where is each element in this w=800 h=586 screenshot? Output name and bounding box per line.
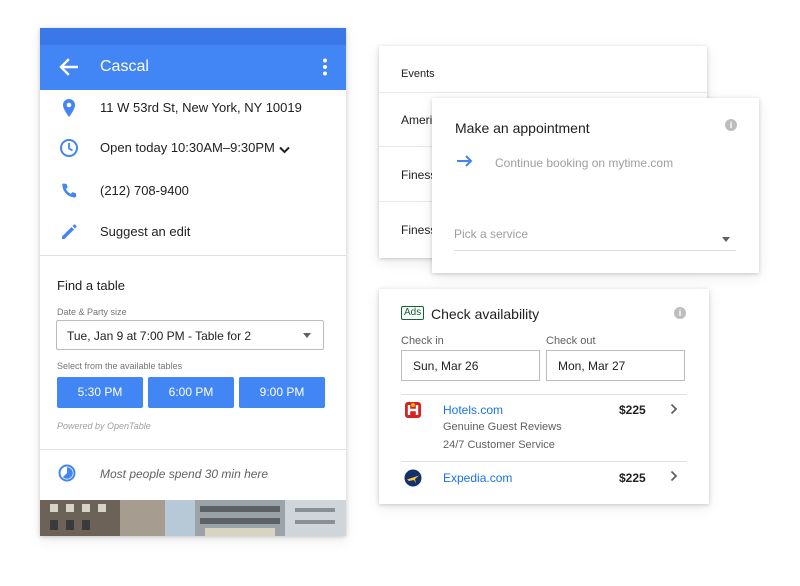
app-bar: Cascal [40,28,346,90]
event-row[interactable]: Ameri [401,113,432,127]
offer-detail: 24/7 Customer Service [443,439,555,451]
phone-row[interactable]: (212) 708-9400 [40,173,346,209]
hours-row[interactable]: Open today 10:30AM–9:30PM [40,130,346,166]
offer-name-link[interactable]: Expedia.com [443,471,512,485]
status-bar [40,28,346,45]
expedia-logo-icon [404,469,422,487]
check-in-field[interactable]: Sun, Mar 26 [401,350,540,381]
offer-detail: Genuine Guest Reviews [443,421,562,433]
appointment-title: Make an appointment [455,120,590,136]
hours-text: Open today 10:30AM–9:30PM [100,140,275,155]
divider [401,461,687,462]
powered-by-text: Powered by OpenTable [57,421,151,431]
time-slot-button[interactable]: 9:00 PM [239,377,325,408]
chevron-down-icon[interactable] [279,146,290,154]
party-size-label: Date & Party size [57,307,127,317]
time-slot-button[interactable]: 6:00 PM [148,377,234,408]
offer-price: $225 [619,403,646,417]
hotels-logo-icon [405,402,421,418]
location-pin-icon [63,99,75,117]
appointment-card: Make an appointment i Continue booking o… [432,98,759,273]
info-icon[interactable]: i [725,119,737,131]
offer-price: $225 [619,471,646,485]
available-tables-label: Select from the available tables [57,361,183,371]
more-vert-icon[interactable] [322,58,328,76]
phone-text: (212) 708-9400 [100,183,189,198]
time-spent-text: Most people spend 30 min here [100,467,269,481]
check-out-value: Mon, Mar 27 [558,359,626,373]
dropdown-arrow-icon[interactable] [722,237,730,242]
dropdown-arrow-icon [303,333,311,338]
address-text: 11 W 53rd St, New York, NY 10019 [100,100,302,115]
service-picker-underline [454,250,736,251]
offer-name-link[interactable]: Hotels.com [443,403,503,417]
check-in-label: Check in [401,335,444,347]
check-in-value: Sun, Mar 26 [413,359,479,373]
address-row[interactable]: 11 W 53rd St, New York, NY 10019 [40,90,346,126]
arrow-forward-icon[interactable] [456,154,474,168]
street-photo[interactable] [40,500,346,536]
availability-card: Ads Check availability i Check in Sun, M… [379,289,709,504]
chevron-right-icon[interactable] [670,403,678,415]
info-icon[interactable]: i [674,307,686,319]
chevron-right-icon[interactable] [670,470,678,482]
place-card: Cascal 11 W 53rd St, New York, NY 10019 … [40,28,346,536]
pencil-icon [62,224,77,239]
service-picker-placeholder[interactable]: Pick a service [454,227,528,241]
clock-icon [60,139,78,157]
back-arrow-icon[interactable] [58,58,78,76]
divider [40,255,346,256]
hours-line: Open today 10:30AM–9:30PM [100,140,290,155]
check-out-label: Check out [546,335,596,347]
time-spent-icon [58,464,76,482]
time-slot-button[interactable]: 5:30 PM [57,377,143,408]
suggest-edit-text: Suggest an edit [100,224,191,239]
find-table-title: Find a table [57,278,125,293]
continue-booking-link[interactable]: Continue booking on mytime.com [495,156,673,170]
availability-title: Check availability [431,306,540,322]
events-header: Events [401,68,435,80]
divider [379,92,707,93]
party-size-select[interactable]: Tue, Jan 9 at 7:00 PM - Table for 2 [56,320,324,350]
divider [40,449,346,450]
place-name: Cascal [100,58,149,75]
suggest-edit-row[interactable]: Suggest an edit [40,214,346,250]
check-out-field[interactable]: Mon, Mar 27 [546,350,685,381]
divider [401,394,687,395]
ads-badge: Ads [401,306,425,320]
party-size-value: Tue, Jan 9 at 7:00 PM - Table for 2 [67,329,252,343]
phone-icon [62,183,77,198]
